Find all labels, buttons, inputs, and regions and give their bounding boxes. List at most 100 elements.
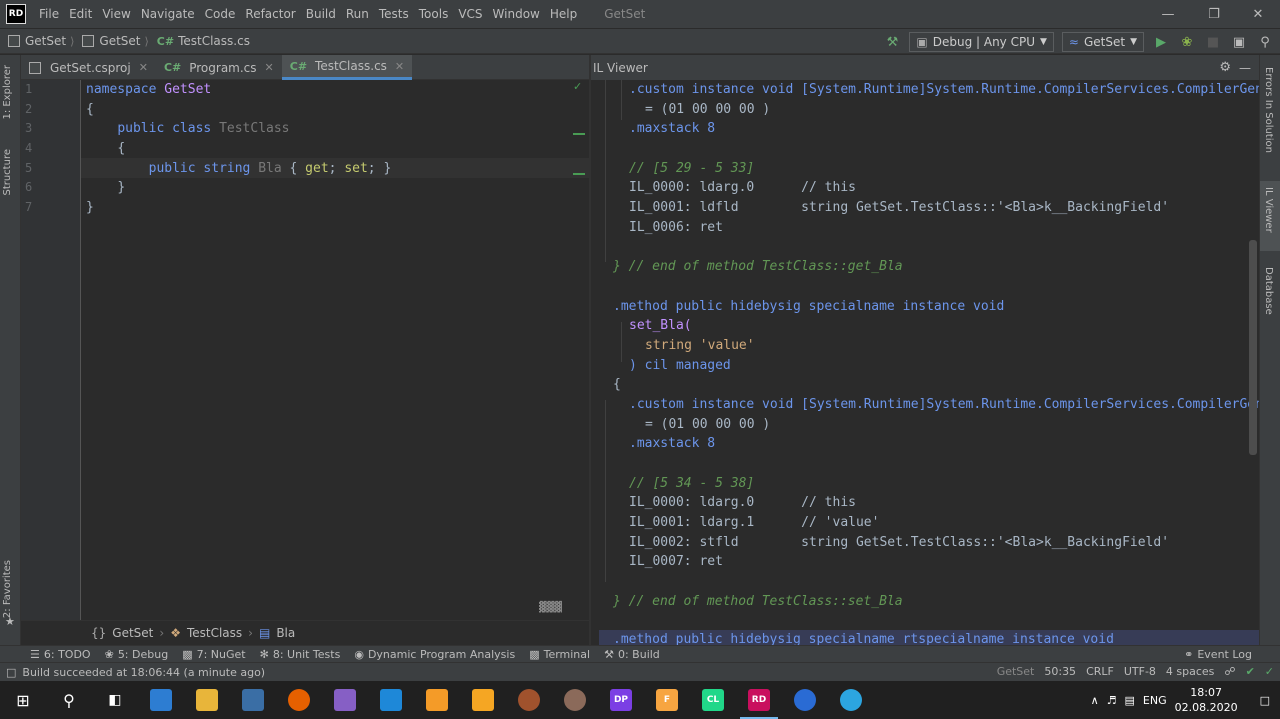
change-marker[interactable] xyxy=(573,173,585,175)
taskbar-app[interactable] xyxy=(368,681,414,719)
todo-tool-button[interactable]: ☰ 6: TODO xyxy=(30,648,91,661)
reader-mode-icon[interactable]: ▓▓▓ xyxy=(539,602,562,613)
task-view-button[interactable]: ◧ xyxy=(92,681,138,719)
language-indicator[interactable]: ENG xyxy=(1143,694,1167,707)
tab-getset-csproj[interactable]: GetSet.csproj ✕ xyxy=(21,55,156,80)
breadcrumb-file[interactable]: C# TestClass.cs xyxy=(157,34,250,48)
breadcrumb-project[interactable]: GetSet ⟩ xyxy=(82,34,149,48)
code-editor[interactable]: 1 2 3 4 5 6 7 namespace GetSet { public … xyxy=(21,80,589,620)
taskbar-app[interactable] xyxy=(230,681,276,719)
stop-icon[interactable]: ■ xyxy=(1204,33,1222,51)
menu-tools[interactable]: Tools xyxy=(418,5,450,23)
unit-tests-tool-button[interactable]: ✻ 8: Unit Tests xyxy=(260,648,341,661)
menu-navigate[interactable]: Navigate xyxy=(140,5,196,23)
menu-vcs[interactable]: VCS xyxy=(457,5,483,23)
gear-icon[interactable]: ⚙ xyxy=(1219,60,1231,75)
taskbar-app-rider[interactable]: RD xyxy=(736,681,782,719)
il-line: .custom instance void [System.Runtime]Sy… xyxy=(629,397,1259,412)
database-tab[interactable]: Database xyxy=(1263,267,1274,315)
menu-view[interactable]: View xyxy=(101,5,131,23)
close-tab-icon[interactable]: ✕ xyxy=(265,61,274,74)
no-issues-check-icon[interactable]: ✓ xyxy=(573,80,582,93)
hammer-icon: ⚒ xyxy=(604,647,614,661)
status-square-icon[interactable]: □ xyxy=(6,666,16,679)
breadcrumb-property[interactable]: Bla xyxy=(276,626,295,640)
dpa-tool-button[interactable]: ◉ Dynamic Program Analysis xyxy=(354,648,515,661)
build-hammer-icon[interactable]: ⚒ xyxy=(883,33,901,51)
menu-window[interactable]: Window xyxy=(492,5,541,23)
build-status-message[interactable]: Build succeeded at 18:06:44 (a minute ag… xyxy=(22,666,265,679)
tab-testclass-cs[interactable]: C# TestClass.cs ✕ xyxy=(281,55,413,80)
menu-refactor[interactable]: Refactor xyxy=(244,5,296,23)
favorites-tab[interactable]: 2: Favorites xyxy=(2,560,13,618)
menu-run[interactable]: Run xyxy=(345,5,370,23)
menu-file[interactable]: File xyxy=(38,5,60,23)
errors-in-solution-tab[interactable]: Errors In Solution xyxy=(1263,67,1274,153)
status-project[interactable]: GetSet xyxy=(997,665,1035,678)
rider-logo-icon[interactable]: RD xyxy=(6,4,26,24)
breadcrumb-class[interactable]: TestClass xyxy=(187,626,242,640)
close-tab-icon[interactable]: ✕ xyxy=(395,60,404,73)
terminal-tool-button[interactable]: ▩ Terminal xyxy=(529,648,590,661)
search-button[interactable]: ⚲ xyxy=(46,681,92,719)
line-ending[interactable]: CRLF xyxy=(1086,665,1114,678)
taskbar-app[interactable] xyxy=(414,681,460,719)
menu-code[interactable]: Code xyxy=(204,5,237,23)
cursor-position[interactable]: 50:35 xyxy=(1044,665,1076,678)
ok-circle-icon[interactable]: ✔ xyxy=(1246,665,1255,678)
explorer-tab[interactable]: 1: Explorer xyxy=(2,65,13,120)
chevron-up-icon[interactable]: ∧ xyxy=(1091,694,1099,707)
taskbar-app[interactable] xyxy=(138,681,184,719)
taskbar-app[interactable]: DP xyxy=(598,681,644,719)
hide-panel-icon[interactable]: — xyxy=(1239,61,1251,75)
restore-icon[interactable]: ❐ xyxy=(1204,4,1224,24)
volume-icon[interactable]: ♬ xyxy=(1107,694,1117,707)
il-line: .method public hidebysig specialname rts… xyxy=(613,632,1114,645)
configuration-select[interactable]: ▣ Debug | Any CPU ▼ xyxy=(909,32,1054,52)
structure-tab[interactable]: Structure xyxy=(2,149,13,196)
terminal-icon: ▩ xyxy=(529,647,540,661)
layout-icon[interactable]: ▣ xyxy=(1230,33,1248,51)
clock[interactable]: 18:07 02.08.2020 xyxy=(1175,685,1238,715)
taskbar-app[interactable]: F xyxy=(644,681,690,719)
run-icon[interactable]: ▶ xyxy=(1152,33,1170,51)
breadcrumb-namespace[interactable]: GetSet xyxy=(112,626,153,640)
notification-icon[interactable]: □ xyxy=(1260,694,1270,707)
menu-edit[interactable]: Edit xyxy=(68,5,93,23)
menu-help[interactable]: Help xyxy=(549,5,578,23)
file-encoding[interactable]: UTF-8 xyxy=(1124,665,1156,678)
debug-bug-icon[interactable]: ❀ xyxy=(1178,33,1196,51)
build-tool-button[interactable]: ⚒ 0: Build xyxy=(604,648,660,661)
taskbar-app[interactable] xyxy=(782,681,828,719)
tab-program-cs[interactable]: C# Program.cs ✕ xyxy=(156,55,282,80)
taskbar-app[interactable] xyxy=(184,681,230,719)
il-line: { xyxy=(613,377,621,392)
taskbar-app[interactable] xyxy=(322,681,368,719)
indent-setting[interactable]: 4 spaces xyxy=(1166,665,1215,678)
close-icon[interactable]: ✕ xyxy=(1248,4,1268,24)
taskbar-app[interactable]: CL xyxy=(690,681,736,719)
search-everywhere-icon[interactable]: ⚲ xyxy=(1256,33,1274,51)
breadcrumb-solution[interactable]: GetSet ⟩ xyxy=(8,34,74,48)
taskbar-app[interactable] xyxy=(276,681,322,719)
il-viewer-content[interactable]: .custom instance void [System.Runtime]Sy… xyxy=(591,80,1259,645)
start-button[interactable]: ⊞ xyxy=(0,681,46,719)
taskbar-app[interactable] xyxy=(460,681,506,719)
vertical-scrollbar[interactable] xyxy=(1249,240,1257,455)
lock-icon[interactable]: ☍ xyxy=(1224,665,1235,678)
check-circle-icon[interactable]: ✓ xyxy=(1265,665,1274,678)
taskbar-app[interactable] xyxy=(506,681,552,719)
event-log-button[interactable]: ⚭ Event Log xyxy=(1184,648,1252,661)
taskbar-app[interactable] xyxy=(552,681,598,719)
taskbar-app[interactable] xyxy=(828,681,874,719)
il-viewer-tab[interactable]: IL Viewer xyxy=(1263,187,1274,233)
network-icon[interactable]: ▤ xyxy=(1125,694,1135,707)
menu-tests[interactable]: Tests xyxy=(378,5,410,23)
run-configuration-select[interactable]: ≈ GetSet ▼ xyxy=(1061,32,1144,52)
debug-tool-button[interactable]: ❀ 5: Debug xyxy=(105,648,169,661)
nuget-tool-button[interactable]: ▩ 7: NuGet xyxy=(182,648,245,661)
minimize-icon[interactable]: — xyxy=(1158,4,1178,24)
change-marker[interactable] xyxy=(573,133,585,135)
close-tab-icon[interactable]: ✕ xyxy=(139,61,148,74)
menu-build[interactable]: Build xyxy=(305,5,337,23)
